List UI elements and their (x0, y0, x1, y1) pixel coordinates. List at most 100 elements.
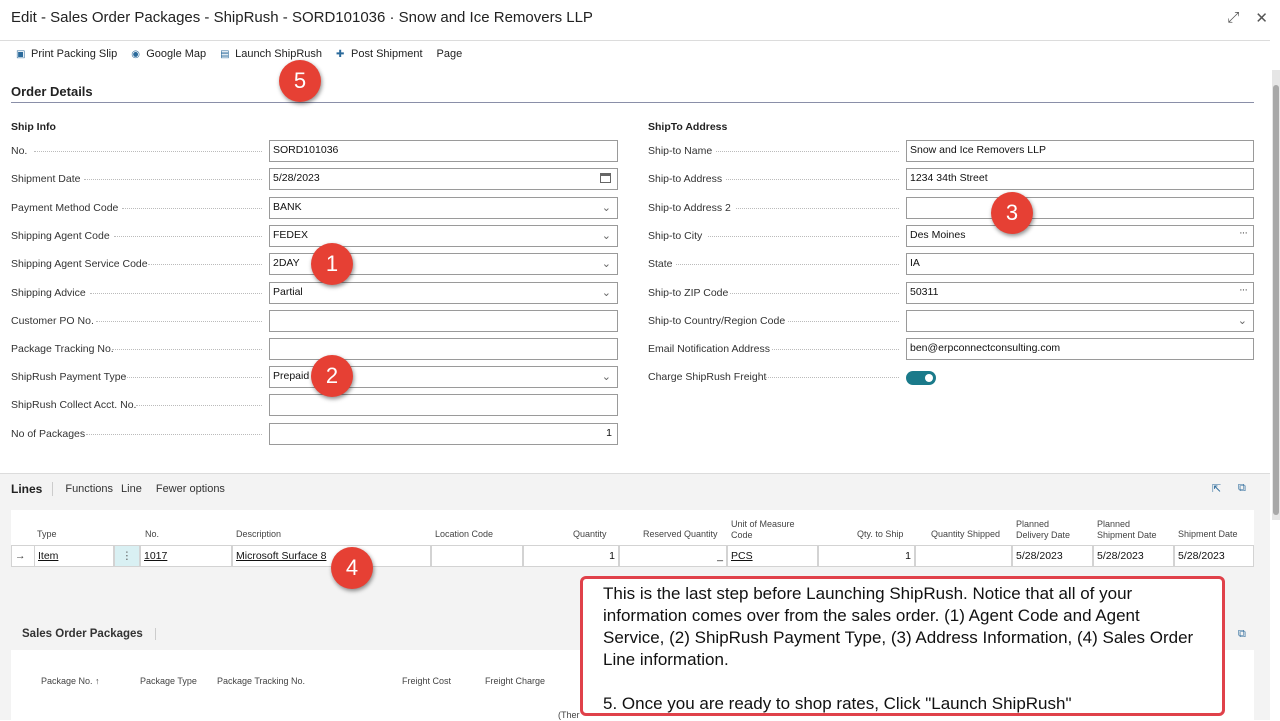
payment-method-code-value: BANK (273, 201, 302, 213)
line-location-code-cell[interactable] (431, 545, 523, 567)
line-unit-of-measure-cell[interactable]: PCS (727, 545, 818, 567)
line-qty-to-ship-cell[interactable]: 1 (818, 545, 915, 567)
no-field[interactable]: SORD101036 (269, 140, 618, 162)
lines-divider (0, 473, 1270, 474)
col-header-description[interactable]: Description (236, 529, 281, 540)
document-icon: ▤ (220, 48, 230, 60)
line-planned-shipment-date-cell[interactable]: 5/28/2023 (1093, 545, 1174, 567)
page-menu-button[interactable]: Page (437, 48, 463, 60)
launch-shiprush-button[interactable]: ▤ Launch ShipRush (220, 48, 322, 60)
ship-to-address-2-field[interactable] (906, 197, 1254, 219)
callout-text-main: This is the last step before Launching S… (603, 584, 1194, 669)
no-label: No. (11, 145, 28, 157)
post-shipment-button[interactable]: ✚ Post Shipment (336, 48, 423, 60)
shipping-advice-label: Shipping Advice (11, 287, 86, 299)
col-header-shipment-date[interactable]: Shipment Date (1178, 529, 1238, 540)
ship-to-name-field[interactable]: Snow and Ice Removers LLP (906, 140, 1254, 162)
expand-packages-icon[interactable]: ⧉ (1238, 628, 1246, 641)
ship-to-zip-code-field[interactable]: 50311 ··· (906, 282, 1254, 304)
ship-to-city-value: Des Moines (910, 229, 966, 241)
shipping-agent-code-select[interactable]: FEDEX ⌄ (269, 225, 618, 247)
fewer-options-menu[interactable]: Fewer options (156, 483, 225, 495)
functions-menu[interactable]: Functions (65, 483, 113, 495)
state-field[interactable]: IA (906, 253, 1254, 275)
charge-shiprush-freight-toggle[interactable] (906, 371, 936, 385)
line-type-cell[interactable]: Item (34, 545, 114, 567)
ship-to-zip-code-value: 50311 (910, 286, 939, 298)
shipping-agent-service-code-value: 2DAY (273, 257, 300, 269)
col-header-reserved-quantity[interactable]: Reserved Quantity (643, 529, 718, 540)
shipping-advice-value: Partial (273, 286, 303, 298)
row-actions-icon[interactable]: ⋮ (114, 545, 140, 567)
shiprush-collect-acct-no-field[interactable] (269, 394, 618, 416)
expand-icon[interactable]: ⧉ (1238, 482, 1246, 495)
col-header-quantity-shipped[interactable]: Quantity Shipped (931, 529, 1000, 540)
customer-po-no-label: Customer PO No. (11, 315, 94, 327)
customer-po-no-field[interactable] (269, 310, 618, 332)
pkg-col-freight-charge[interactable]: Freight Charge (485, 676, 545, 687)
payment-method-code-select[interactable]: BANK ⌄ (269, 197, 618, 219)
col-header-qty-to-ship[interactable]: Qty. to Ship (857, 529, 903, 540)
chevron-down-icon: ⌄ (601, 287, 611, 299)
pkg-col-package-type[interactable]: Package Type (140, 676, 197, 687)
close-icon[interactable]: ✕ (1255, 9, 1268, 27)
ship-to-country-region-code-select[interactable]: ⌄ (906, 310, 1254, 332)
pkg-col-package-no[interactable]: Package No. ↑ (41, 676, 100, 687)
ship-to-address-label: Ship-to Address (648, 173, 723, 185)
print-icon: ▣ (16, 48, 26, 60)
line-shipment-date-cell[interactable]: 5/28/2023 (1174, 545, 1254, 567)
title-divider (0, 40, 1270, 41)
line-quantity-cell[interactable]: 1 (523, 545, 619, 567)
col-header-no[interactable]: No. (145, 529, 159, 540)
pkg-col-package-tracking-no[interactable]: Package Tracking No. (217, 676, 305, 687)
ellipsis-icon[interactable]: ··· (1239, 227, 1248, 239)
pkg-col-freight-cost[interactable]: Freight Cost (402, 676, 451, 687)
chevron-down-icon: ⌄ (1237, 315, 1247, 327)
line-quantity-shipped-cell[interactable] (915, 545, 1012, 567)
share-icon[interactable]: ⇱ (1212, 482, 1221, 495)
ship-to-city-field[interactable]: Des Moines ··· (906, 225, 1254, 247)
email-notification-address-field[interactable]: ben@erpconnectconsulting.com (906, 338, 1254, 360)
line-reserved-quantity-cell[interactable]: _ (619, 545, 727, 567)
calendar-icon[interactable] (600, 173, 611, 183)
ship-to-address-field[interactable]: 1234 34th Street (906, 168, 1254, 190)
scrollbar-thumb[interactable] (1273, 85, 1279, 515)
shipment-date-field[interactable]: 5/28/2023 (269, 168, 618, 190)
ship-info-heading: Ship Info (11, 121, 56, 133)
payment-method-code-label: Payment Method Code (11, 202, 119, 214)
col-header-unit-of-measure-code[interactable]: Unit of Measure Code (731, 519, 811, 541)
collapse-icon[interactable]: ⤢ (1227, 9, 1239, 27)
package-tracking-no-label: Package Tracking No. (11, 343, 114, 355)
line-planned-delivery-date-cell[interactable]: 5/28/2023 (1012, 545, 1093, 567)
no-of-packages-field[interactable]: 1 (269, 423, 618, 445)
shiprush-collect-acct-no-label: ShipRush Collect Acct. No. (11, 399, 137, 411)
step-badge-5: 5 (279, 60, 321, 102)
google-map-button[interactable]: ◉ Google Map (131, 48, 206, 60)
col-header-planned-delivery-date[interactable]: Planned Delivery Date (1016, 519, 1076, 541)
print-packing-slip-button[interactable]: ▣ Print Packing Slip (16, 48, 117, 60)
step-badge-2: 2 (311, 355, 353, 397)
shipping-agent-code-label: Shipping Agent Code (11, 230, 110, 242)
col-header-planned-shipment-date[interactable]: Planned Shipment Date (1097, 519, 1159, 541)
line-no-cell[interactable]: 1017 (140, 545, 232, 567)
lines-heading[interactable]: Lines (11, 482, 54, 496)
ellipsis-icon[interactable]: ··· (1239, 284, 1248, 296)
chevron-down-icon: ⌄ (601, 371, 611, 383)
order-details-heading[interactable]: Order Details (11, 84, 93, 99)
packages-empty-text: (Ther (558, 710, 580, 720)
col-header-type[interactable]: Type (37, 529, 57, 540)
state-label: State (648, 258, 673, 270)
ship-to-zip-code-label: Ship-to ZIP Code (648, 287, 729, 299)
instruction-callout: This is the last step before Launching S… (580, 576, 1225, 716)
no-of-packages-label: No of Packages (11, 428, 86, 440)
shipment-date-value: 5/28/2023 (273, 172, 320, 184)
line-menu[interactable]: Line (121, 483, 142, 495)
col-header-location-code[interactable]: Location Code (435, 529, 493, 540)
sales-order-packages-heading[interactable]: Sales Order Packages (22, 628, 156, 640)
col-header-quantity[interactable]: Quantity (573, 529, 607, 540)
step-badge-3: 3 (991, 192, 1033, 234)
shipping-advice-select[interactable]: Partial ⌄ (269, 282, 618, 304)
ship-to-name-label: Ship-to Name (648, 145, 713, 157)
row-selector-arrow-icon[interactable]: → (11, 545, 35, 567)
ship-to-address-2-label: Ship-to Address 2 (648, 202, 731, 214)
